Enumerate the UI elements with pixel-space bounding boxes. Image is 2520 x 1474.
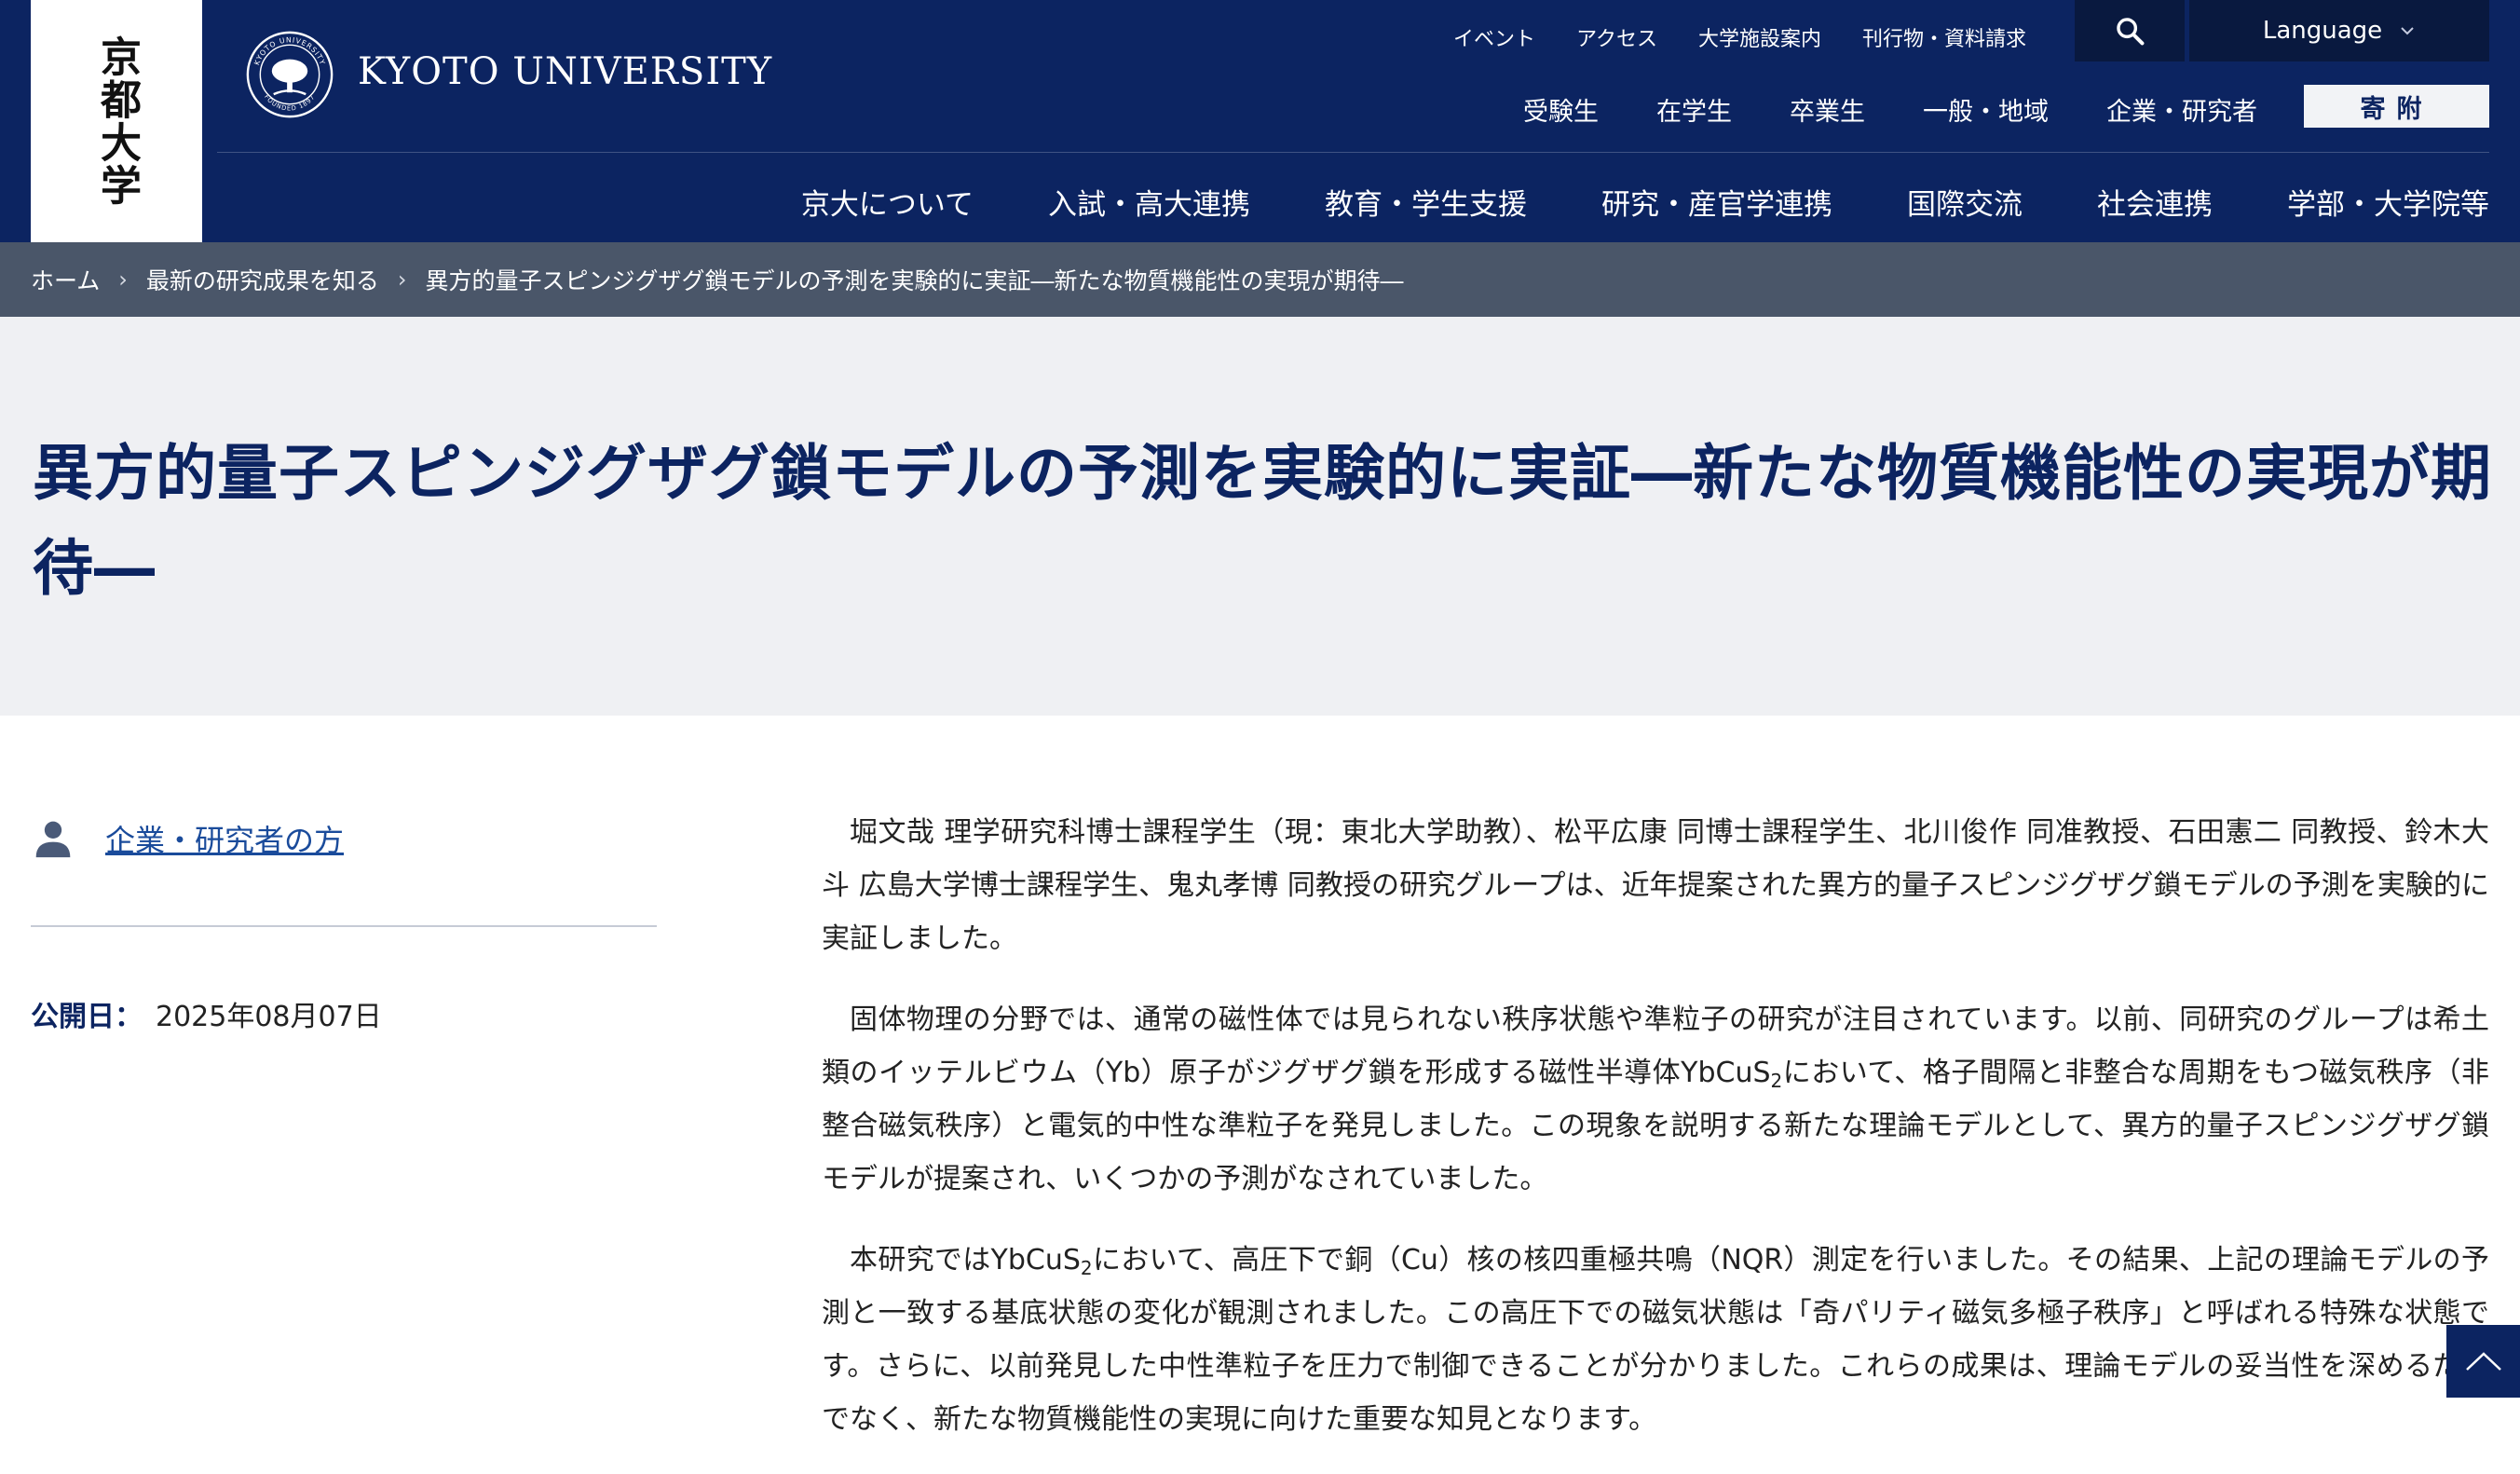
donate-button[interactable]: 寄附	[2304, 85, 2489, 128]
published-date: 公開日： 2025年08月07日	[31, 993, 382, 1034]
logo-text: 京都大学	[93, 35, 141, 207]
chevron-down-icon	[2401, 27, 2414, 35]
breadcrumb: ホーム › 最新の研究成果を知る › 異方的量子スピンジグザグ鎖モデルの予測を実…	[0, 242, 2520, 317]
audience-nav: 受験生 在学生 卒業生 一般・地域 企業・研究者	[1523, 91, 2257, 128]
emblem-bottom-text: FOUNDED 1897	[263, 93, 316, 112]
breadcrumb-research-results[interactable]: 最新の研究成果を知る	[146, 263, 379, 296]
published-date-value: 2025年08月07日	[156, 1001, 382, 1033]
article-paragraph: 本研究ではYbCuS2において、高圧下で銅（Cu）核の核四重極共鳴（NQR）測定…	[822, 1244, 2489, 1436]
person-icon	[35, 821, 71, 858]
audience-nav-students[interactable]: 在学生	[1656, 91, 1732, 128]
audience-nav-public[interactable]: 一般・地域	[1923, 91, 2049, 128]
util-nav-events[interactable]: イベント	[1453, 22, 1535, 52]
main-nav-faculties[interactable]: 学部・大学院等	[2287, 181, 2489, 223]
search-button[interactable]	[2075, 0, 2185, 61]
breadcrumb-home[interactable]: ホーム	[31, 263, 100, 296]
university-emblem-icon[interactable]: KYOTO UNIVERSITY FOUNDED 1897	[245, 30, 334, 119]
published-label: 公開日：	[31, 1001, 143, 1033]
header-divider	[217, 152, 2489, 153]
main-nav-education[interactable]: 教育・学生支援	[1325, 181, 1527, 223]
breadcrumb-separator: ›	[118, 266, 128, 293]
category-link[interactable]: 企業・研究者の方	[105, 817, 344, 860]
main-nav-international[interactable]: 国際交流	[1907, 181, 2023, 223]
main-nav-about[interactable]: 京大について	[801, 181, 974, 223]
language-label: Language	[2262, 17, 2383, 45]
university-name[interactable]: KYOTO UNIVERSITY	[358, 50, 772, 93]
article-paragraph: 固体物理の分野では、通常の磁性体では見られない秩序状態や準粒子の研究が注目されて…	[822, 1003, 2489, 1195]
page-title: 異方的量子スピンジグザグ鎖モデルの予測を実験的に実証―新たな物質機能性の実現が期…	[33, 439, 2493, 604]
audience-nav-alumni[interactable]: 卒業生	[1790, 91, 1865, 128]
university-logo[interactable]: 京都大学	[31, 0, 202, 242]
svg-text:FOUNDED 1897: FOUNDED 1897	[263, 93, 317, 112]
site-header: 京都大学 KYOTO UNIVERSITY FOUNDED 1897 KYOTO…	[0, 0, 2520, 242]
article-paragraph: 堀文哉 理学研究科博士課程学生（現：東北大学助教）、松平広康 同博士課程学生、北…	[822, 816, 2489, 955]
back-to-top-button[interactable]	[2446, 1325, 2520, 1398]
audience-nav-applicants[interactable]: 受験生	[1523, 91, 1599, 128]
main-nav-research[interactable]: 研究・産官学連携	[1601, 181, 1832, 223]
util-nav-facilities[interactable]: 大学施設案内	[1698, 22, 1821, 52]
util-nav-access[interactable]: アクセス	[1576, 22, 1657, 52]
utility-nav: イベント アクセス 大学施設案内 刊行物・資料請求	[1453, 22, 2026, 52]
main-nav-admissions[interactable]: 入試・高大連携	[1048, 181, 1250, 223]
search-icon	[2117, 18, 2145, 46]
article-body: 堀文哉 理学研究科博士課程学生（現：東北大学助教）、松平広康 同博士課程学生、北…	[822, 806, 2489, 1474]
main-nav-community[interactable]: 社会連携	[2097, 181, 2213, 223]
breadcrumb-current: 異方的量子スピンジグザグ鎖モデルの予測を実験的に実証―新たな物質機能性の実現が期…	[425, 267, 1404, 294]
breadcrumb-separator: ›	[397, 266, 407, 293]
main-nav: 京大について 入試・高大連携 教育・学生支援 研究・産官学連携 国際交流 社会連…	[801, 181, 2489, 223]
chevron-up-icon	[2465, 1352, 2501, 1371]
util-nav-publications[interactable]: 刊行物・資料請求	[1862, 22, 2026, 52]
title-band: 異方的量子スピンジグザグ鎖モデルの予測を実験的に実証―新たな物質機能性の実現が期…	[0, 317, 2520, 716]
language-button[interactable]: Language	[2189, 0, 2489, 61]
sidebar-divider	[31, 925, 657, 927]
category-tag: 企業・研究者の方	[33, 817, 344, 860]
audience-nav-business[interactable]: 企業・研究者	[2106, 91, 2257, 128]
